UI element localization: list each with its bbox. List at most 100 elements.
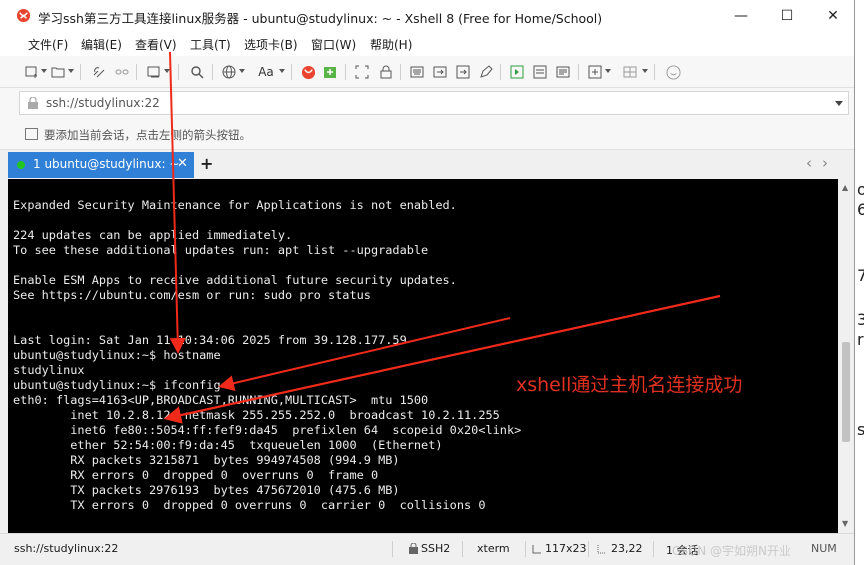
terminal-line: Expanded Security Maintenance for Applic… [13, 198, 457, 212]
toolbar-separator [212, 64, 213, 80]
find-icon[interactable] [189, 64, 205, 80]
terminal-line: eth0: flags=4163<UP,BROADCAST,RUNNING,MU… [13, 393, 429, 407]
terminal-line: RX packets 3215871 bytes 994974508 (994.… [13, 453, 400, 467]
menu-bar: 文件(F) 编辑(E) 查看(V) 工具(T) 选项卡(B) 窗口(W) 帮助(… [0, 32, 854, 56]
terminal[interactable]: Expanded Security Maintenance for Applic… [8, 179, 838, 533]
menu-window[interactable]: 窗口(W) [311, 36, 356, 53]
annotation-text: xshell通过主机名连接成功 [516, 374, 743, 396]
address-input[interactable]: ssh://studylinux:22 [46, 96, 160, 110]
menu-tabs[interactable]: 选项卡(B) [244, 36, 298, 53]
disconnect-icon[interactable] [114, 64, 130, 80]
background-char: 7 [857, 266, 864, 285]
session-status-icon [17, 161, 25, 169]
dropdown-icon[interactable] [68, 69, 74, 73]
background-char: 6 [857, 200, 864, 219]
dropdown-icon[interactable] [279, 69, 285, 73]
toolbar-separator [178, 64, 179, 80]
toolbar-separator [654, 64, 655, 80]
scroll-down-icon[interactable]: ▼ [842, 519, 848, 528]
lock-icon [409, 543, 418, 554]
tab-session[interactable]: 1 ubuntu@studylinux: ~ ✕ [8, 152, 194, 178]
add-session-arrow-icon[interactable] [25, 128, 38, 140]
status-cursor: 23,22 [611, 542, 643, 555]
xshell-logo-icon[interactable] [300, 64, 316, 80]
menu-tools[interactable]: 工具(T) [190, 36, 231, 53]
dropdown-icon[interactable] [605, 69, 611, 73]
fullscreen-icon[interactable] [354, 64, 370, 80]
open-folder-icon[interactable] [50, 64, 66, 80]
menu-help[interactable]: 帮助(H) [370, 36, 412, 53]
layout-icon[interactable] [622, 64, 638, 80]
minimize-button[interactable]: — [718, 0, 764, 32]
terminal-line: inet6 fe80::5054:ff:fef9:da45 prefixlen … [13, 423, 522, 437]
toolbar-separator [400, 64, 401, 80]
close-button[interactable]: ✕ [810, 0, 854, 32]
status-connection: ssh://studylinux:22 [14, 542, 119, 555]
terminal-line: To see these additional updates run: apt… [13, 243, 429, 257]
terminal-line: Enable ESM Apps to receive additional fu… [13, 273, 457, 287]
tab-next-button[interactable]: › [822, 154, 828, 172]
status-separator [653, 541, 654, 557]
globe-icon[interactable] [221, 64, 237, 80]
close-tab-icon[interactable]: ✕ [177, 156, 188, 171]
background-strip: o 6 7 3 r s [855, 0, 864, 565]
toolbar-separator [345, 64, 346, 80]
dropdown-icon[interactable] [642, 69, 648, 73]
status-bar: ssh://studylinux:22 SSH2 xterm 117x23 23… [0, 533, 854, 565]
terminal-line: 224 updates can be applied immediately. [13, 228, 293, 242]
toolbar-separator [500, 64, 501, 80]
terminal-line: ubuntu@studylinux:~$ ifconfig [13, 378, 221, 392]
add-tab-button[interactable]: + [200, 154, 213, 173]
xftp-icon[interactable] [322, 64, 338, 80]
terminal-line: ether 52:54:00:f9:da:45 txqueuelen 1000 … [13, 438, 443, 452]
script-icon[interactable] [509, 64, 525, 80]
tab-prev-button[interactable]: ‹ [806, 154, 812, 172]
menu-view[interactable]: 查看(V) [135, 36, 177, 53]
dropdown-icon[interactable] [41, 69, 47, 73]
dropdown-icon[interactable] [164, 69, 170, 73]
terminal-line: studylinux [13, 363, 85, 377]
address-field[interactable]: ssh://studylinux:22 [19, 91, 849, 115]
status-separator [588, 541, 589, 557]
maximize-icon: ☐ [780, 8, 794, 24]
connect-icon[interactable] [91, 64, 107, 80]
xshell-window: 学习ssh第三方工具连接linux服务器 - ubuntu@studylinux… [0, 0, 855, 565]
terminal-line: See https://ubuntu.com/esm or run: sudo … [13, 288, 371, 302]
watermark: CSDN @宇如朔N开业 [672, 544, 792, 558]
help-icon[interactable] [665, 64, 681, 80]
menu-edit[interactable]: 编辑(E) [81, 36, 122, 53]
status-protocol: SSH2 [421, 542, 451, 555]
terminal-line: Last login: Sat Jan 11 10:34:06 2025 fro… [13, 333, 407, 347]
lock-icon[interactable] [378, 64, 394, 80]
font-icon[interactable]: Aa [256, 64, 276, 80]
toolbar-separator [136, 64, 137, 80]
tunnel-icon[interactable] [432, 64, 448, 80]
hint-text: 要添加当前会话，点击左侧的箭头按钮。 [44, 128, 251, 142]
scroll-up-icon[interactable]: ▲ [842, 183, 848, 192]
menu-file[interactable]: 文件(F) [28, 36, 68, 53]
status-separator [392, 541, 393, 557]
log-icon[interactable] [532, 64, 548, 80]
background-char: o [857, 180, 864, 199]
status-size: 117x23 [545, 542, 587, 555]
keyboard-icon[interactable] [409, 64, 425, 80]
address-bar: ssh://studylinux:22 [0, 88, 854, 118]
scrollbar-thumb[interactable] [842, 342, 850, 442]
new-tab-icon[interactable] [146, 64, 162, 80]
send-file-icon[interactable] [455, 64, 471, 80]
background-char: s [857, 420, 864, 439]
dropdown-icon[interactable] [239, 69, 245, 73]
compose-icon[interactable] [478, 64, 494, 80]
add-icon[interactable] [587, 64, 603, 80]
status-separator [462, 541, 463, 557]
tab-label: 1 ubuntu@studylinux: ~ [33, 157, 180, 171]
title-bar[interactable]: 学习ssh第三方工具连接linux服务器 - ubuntu@studylinux… [0, 0, 854, 32]
new-session-icon[interactable] [24, 64, 40, 80]
compose-bar-icon[interactable] [555, 64, 571, 80]
chevron-down-icon[interactable] [835, 101, 843, 106]
terminal-scrollbar[interactable]: ▲ ▼ [838, 179, 854, 533]
maximize-button[interactable]: ☐ [764, 0, 810, 32]
